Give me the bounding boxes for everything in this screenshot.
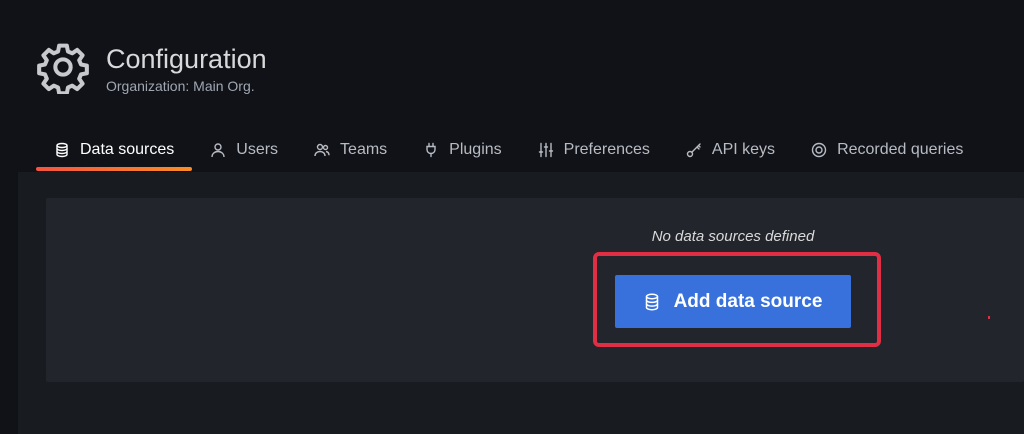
tab-plugins[interactable]: Plugins (405, 128, 519, 172)
gear-icon (36, 40, 90, 94)
title-block: Configuration Organization: Main Org. (106, 44, 267, 94)
annotation-dot (988, 316, 990, 319)
tab-api-keys[interactable]: API keys (668, 128, 793, 172)
tab-data-sources[interactable]: Data sources (36, 128, 193, 172)
configuration-page: Configuration Organization: Main Org. Da… (0, 0, 1024, 434)
database-icon (644, 293, 660, 311)
users-icon (314, 142, 330, 158)
add-data-source-label: Add data source (673, 290, 823, 312)
sliders-icon (538, 142, 554, 158)
tab-label: Users (236, 141, 279, 158)
tab-label: Data sources (80, 141, 175, 158)
user-icon (210, 142, 226, 158)
tab-label: API keys (711, 141, 776, 158)
empty-state-message: No data sources defined (651, 228, 815, 245)
page-title: Configuration (106, 44, 267, 74)
tab-users[interactable]: Users (192, 128, 296, 172)
database-icon (54, 142, 70, 158)
page-subtitle: Organization: Main Org. (106, 78, 255, 94)
tab-teams[interactable]: Teams (296, 128, 405, 172)
record-icon (811, 142, 827, 158)
tab-preferences[interactable]: Preferences (520, 128, 668, 172)
key-icon (686, 142, 702, 158)
tab-label: Teams (340, 141, 388, 158)
tab-label: Plugins (449, 141, 502, 158)
plug-icon (423, 142, 439, 158)
tab-bar: Data sources Users Teams Plugins Prefere… (36, 128, 981, 172)
tab-label: Recorded queries (837, 141, 964, 158)
tab-recorded-queries[interactable]: Recorded queries (793, 128, 981, 172)
tab-label: Preferences (563, 141, 650, 158)
add-data-source-button[interactable]: Add data source (615, 275, 851, 328)
page-header: Configuration Organization: Main Org. (36, 38, 267, 94)
